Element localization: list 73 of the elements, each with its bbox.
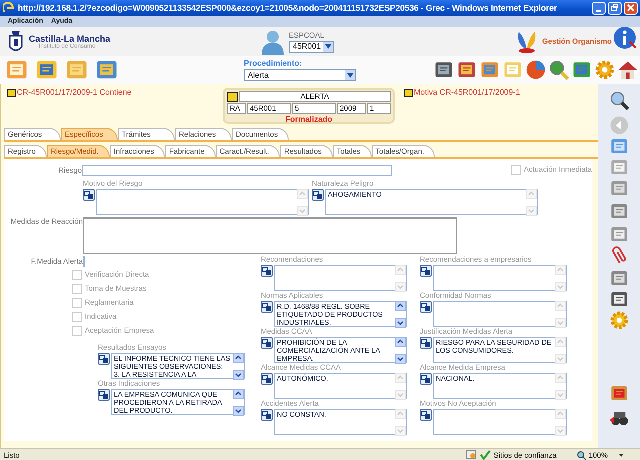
picker-button[interactable]: [420, 373, 432, 385]
picker-button[interactable]: [261, 337, 273, 349]
picker-button[interactable]: [420, 301, 432, 313]
related-link[interactable]: Motiva CR-45R001/17/2009-1: [414, 88, 520, 97]
scrollbar[interactable]: [555, 409, 566, 436]
scrollbar[interactable]: [555, 337, 566, 364]
picker-button[interactable]: [420, 265, 432, 277]
scrollbar[interactable]: [233, 389, 244, 416]
restore-icon: [611, 4, 619, 12]
picker-button[interactable]: [261, 301, 273, 313]
picker-icon: [262, 374, 272, 384]
picker-button[interactable]: [261, 409, 273, 421]
picker-icon: [421, 266, 431, 276]
restore-button[interactable]: [608, 2, 622, 14]
picker-icon: [262, 410, 272, 420]
scrollbar[interactable]: [555, 373, 566, 400]
info-icon[interactable]: [613, 26, 637, 50]
organization-name: Castilla-La Mancha: [29, 34, 111, 44]
zoom-icon[interactable]: [576, 450, 586, 460]
close-icon: [627, 4, 635, 12]
picker-icon: [262, 302, 272, 312]
text-area[interactable]: [83, 217, 457, 254]
picker-button[interactable]: [312, 189, 324, 201]
scrollbar[interactable]: [555, 265, 566, 292]
record-status: Formalizado: [285, 115, 333, 124]
related-link[interactable]: CR-45R001/17/2009-1 Contiene: [17, 88, 132, 97]
picker-icon: [262, 266, 272, 276]
picker-icon: [421, 338, 431, 348]
scrollbar[interactable]: [395, 337, 406, 364]
close-button[interactable]: [624, 2, 638, 14]
picker-icon: [421, 374, 431, 384]
scrollbar[interactable]: [297, 189, 308, 216]
magnifier-icon[interactable]: [548, 59, 570, 81]
scrollbar[interactable]: [555, 301, 566, 328]
picker-button[interactable]: [420, 337, 432, 349]
office-select[interactable]: 45R001: [289, 40, 334, 52]
scrollbar[interactable]: [395, 301, 406, 328]
check-icon: [480, 450, 491, 460]
picker-icon: [421, 302, 431, 312]
butterfly-logo-icon: [516, 30, 538, 54]
picker-button[interactable]: [261, 265, 273, 277]
crest-icon: [9, 30, 23, 54]
procedure-select[interactable]: Alerta: [244, 69, 356, 81]
browser-icon: [3, 2, 15, 14]
picker-icon: [99, 354, 109, 364]
scrollbar[interactable]: [233, 353, 244, 380]
pie-chart-icon[interactable]: [525, 59, 547, 81]
picker-button[interactable]: [83, 189, 95, 201]
picker-button[interactable]: [420, 409, 432, 421]
picker-button[interactable]: [261, 373, 273, 385]
home-icon[interactable]: [617, 59, 639, 81]
user-icon: [261, 28, 285, 54]
picker-button[interactable]: [98, 353, 110, 365]
minimize-button[interactable]: [592, 2, 606, 14]
picker-icon: [84, 190, 94, 200]
picker-icon: [99, 390, 109, 400]
scrollbar[interactable]: [395, 265, 406, 292]
procedure-label: Procedimiento:: [244, 59, 304, 68]
input-field[interactable]: [82, 164, 392, 176]
scrollbar[interactable]: [526, 189, 537, 216]
picker-button[interactable]: [98, 389, 110, 401]
caret-icon: [346, 72, 354, 78]
scrollbar[interactable]: [395, 409, 406, 436]
gears-icon[interactable]: [594, 59, 616, 81]
picker-icon: [421, 410, 431, 420]
picker-icon: [313, 190, 323, 200]
caret-icon[interactable]: [619, 454, 624, 456]
caret-icon: [324, 44, 332, 49]
window-title: http://192.168.1.2/?ezcodigo=W0090521133542ESP000&ezcoy1=21005&nodo=200411151732ESP20536 - Grec - Windows Internet Explorer: [18, 3, 558, 13]
search-icon[interactable]: [608, 90, 630, 111]
picker-icon: [262, 338, 272, 348]
warning-icon: [466, 450, 477, 460]
scrollbar[interactable]: [395, 373, 406, 400]
